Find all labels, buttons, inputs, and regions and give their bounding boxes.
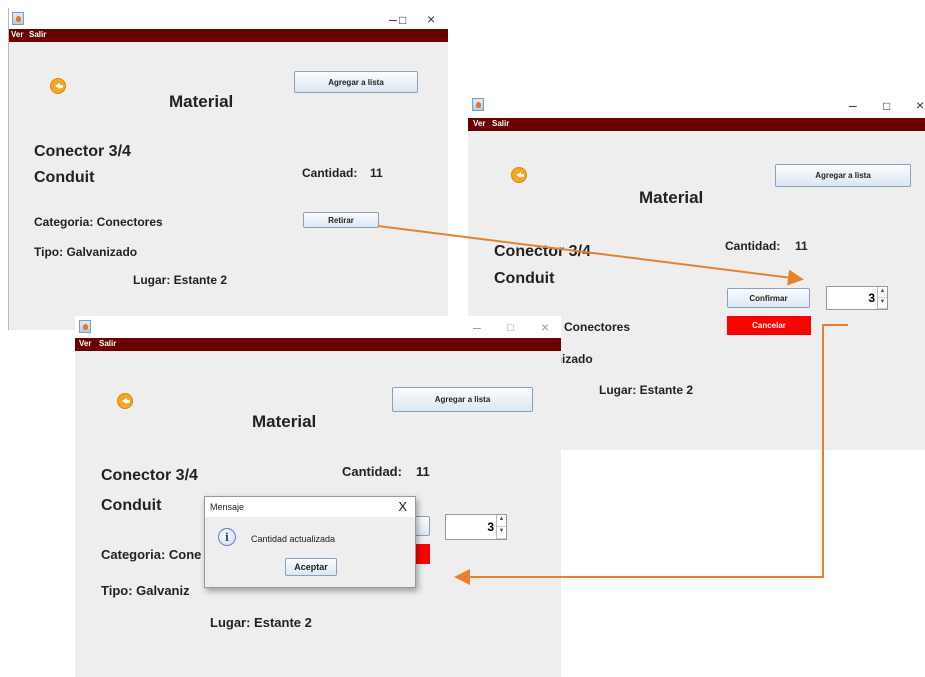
arrow-withdraw-to-confirm [377,225,804,286]
annotation-arrows [377,225,848,585]
arrow-cancel-to-dialog [454,324,848,585]
